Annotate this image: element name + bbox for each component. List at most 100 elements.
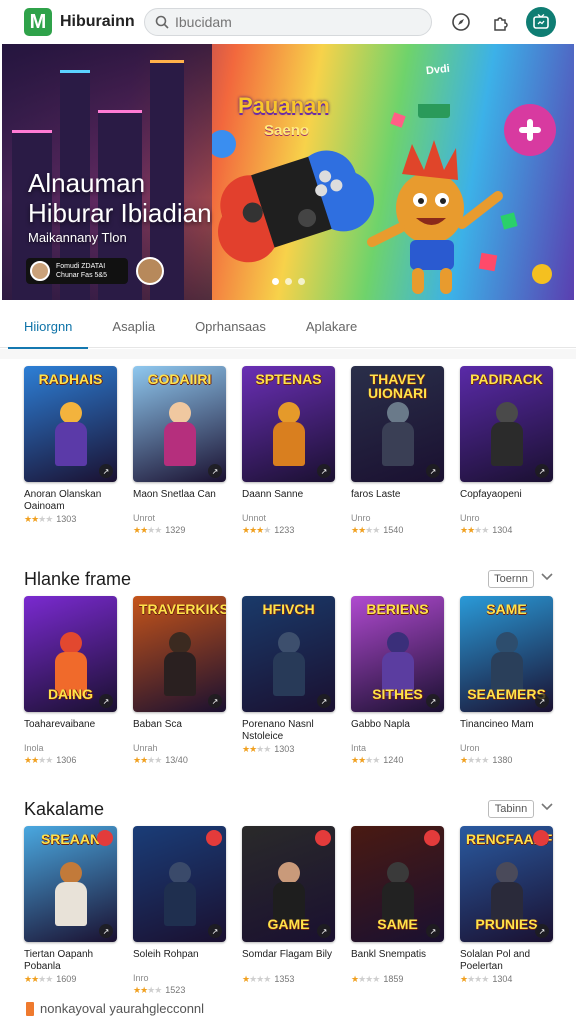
rating-count: 1303 [274,744,295,754]
game-card[interactable]: THAVEY UIONARI ↗ faros Laste Unro ★★★★ 1540 [351,366,444,536]
carousel-dot[interactable] [298,278,305,285]
game-thumbnail[interactable]: SAME ↗ [351,826,444,942]
game-publisher: Unrot [133,513,156,523]
game-title[interactable]: Tiertan Oapanh Pobanla [24,949,117,973]
rating-count: 13/40 [165,755,188,765]
play-badge-icon: ↗ [426,464,440,478]
game-thumbnail[interactable]: GODAIIRI ↗ [133,366,226,482]
game-card[interactable]: RADHAIS ↗ Anoran Olanskan Oainoam ★★★★ 1303 [24,366,117,536]
game-title[interactable]: faros Laste [351,489,444,513]
live-badge-icon [315,830,331,846]
chevron-down-icon[interactable] [540,802,554,812]
game-thumbnail[interactable]: GAME ↗ [242,826,335,942]
rating-count: 1353 [274,974,295,984]
game-title[interactable]: Maon Snetlaa Can [133,489,226,513]
star-rating-icon: ★★★★ [133,525,162,535]
hero-title: Alnauman Hiburar Ibiadian [28,168,212,228]
rating-count: 1303 [56,514,77,524]
game-publisher: Unro [460,513,480,523]
game-publisher: Uron [460,743,480,753]
game-grid: RADHAIS ↗ Anoran Olanskan Oainoam ★★★★ 1303 G… [24,366,553,536]
star-rating-icon: ★★★★ [24,974,53,984]
hero-banner[interactable]: Pauanan Saeno Dvdi Alnauman Hiburar Ibia… [2,44,574,300]
game-card[interactable]: PADIRACK ↗ Copfayaopeni Unro ★★★★ 1304 [460,366,553,536]
game-thumbnail[interactable]: SREAAN ↗ [24,826,117,942]
game-title[interactable]: Somdar Flagam Bily [242,949,335,973]
hero-creator-chip[interactable]: Fomudi ZDATAI Chunar Fas 5&5 [26,258,128,284]
rating-count: 1233 [274,525,295,535]
game-title[interactable]: Porenano Nasnl Nstoleice [242,719,335,743]
game-card[interactable]: DAING ↗ Toaharevaibane Inola ★★★★ 1306 [24,596,117,766]
game-grid: SREAAN ↗ Tiertan Oapanh Pobanla ★★★★ 1609 ↗ So… [24,826,553,996]
hero-game-logo-sub: Saeno [264,122,310,139]
game-thumbnail[interactable]: ↗ [133,826,226,942]
carousel-dot[interactable] [285,278,292,285]
app-title: Hiburainn [60,13,135,30]
tab-3[interactable]: Aplakare [306,304,357,348]
game-card[interactable]: HFIVCH ↗ Porenano Nasnl Nstoleice ★★★★ 1303 [242,596,335,766]
puzzle-icon[interactable] [486,7,516,37]
game-thumbnail[interactable]: SAME SEAEMERS ↗ [460,596,553,712]
game-rating: ★★★★ 13/40 [133,754,226,766]
rating-count: 1859 [383,974,404,984]
game-title[interactable]: Tinancineo Mam [460,719,553,743]
game-title[interactable]: Daann Sanne [242,489,335,513]
game-card[interactable]: TRAVERKIKSE↗Baban ScaUnrah★★★★13/40 [133,596,226,766]
game-card[interactable]: SREAAN ↗ Tiertan Oapanh Pobanla ★★★★ 1609 [24,826,117,996]
game-publisher: Inta [351,743,367,753]
search-bar[interactable] [144,8,432,36]
tab-2[interactable]: Oprhansaas [195,304,266,348]
game-card[interactable]: GAME ↗ Somdar Flagam Bily ★★★★ 1353 [242,826,335,996]
rating-count: 1240 [383,755,404,765]
game-title[interactable]: Anoran Olanskan Oainoam [24,489,117,513]
game-card[interactable]: SPTENAS ↗ Daann Sanne Unnot ★★★★ 1233 [242,366,335,536]
thumbnail-logo-text: SPTENAS [255,371,322,387]
game-title[interactable]: Soleih Rohpan [133,949,226,973]
game-thumbnail[interactable]: TRAVERKIKSE ↗ [133,596,226,712]
play-badge-icon: ↗ [317,924,331,938]
avatar[interactable] [136,257,164,285]
game-thumbnail[interactable]: RENCFAANF PRUNIES ↗ [460,826,553,942]
thumbnail-logo-text: BERIENS [366,601,429,617]
game-thumbnail[interactable]: DAING ↗ [24,596,117,712]
game-title[interactable]: Toaharevaibane [24,719,117,743]
live-badge-icon [533,830,549,846]
game-card[interactable]: RENCFAANF PRUNIES ↗ Solalan Pol and Poelert… [460,826,553,996]
game-card[interactable]: SAME SEAEMERS ↗ Tinancineo Mam Uron ★★★★ 1380 [460,596,553,766]
carousel-dot[interactable] [272,278,279,285]
game-thumbnail[interactable]: THAVEY UIONARI ↗ [351,366,444,482]
play-badge-icon: ↗ [99,694,113,708]
star-rating-icon: ★★★★ [351,755,380,765]
section-more-button[interactable]: Toernn [488,570,534,588]
game-thumbnail[interactable]: PADIRACK ↗ [460,366,553,482]
game-thumbnail[interactable]: RADHAIS ↗ [24,366,117,482]
game-rating: ★★★★ 1306 [24,754,117,766]
chevron-down-icon[interactable] [540,572,554,582]
section-more-button[interactable]: Tabinn [488,800,534,818]
game-rating: ★★★★ 1304 [460,973,553,985]
app-logo[interactable]: M [24,8,52,36]
top-bar: M Hiburainn [0,0,576,44]
game-card[interactable]: SAME ↗ Bankl Snempatis ★★★★ 1859 [351,826,444,996]
search-input[interactable] [175,14,415,30]
game-card[interactable]: ↗ Soleih Rohpan Inro ★★★★ 1523 [133,826,226,996]
compass-icon[interactable] [446,7,476,37]
section-title: Kakalame [24,798,105,819]
tab-1[interactable]: Asaplia [112,304,155,348]
tv-icon[interactable] [526,7,556,37]
game-publisher: Inola [24,743,44,753]
game-thumbnail[interactable]: HFIVCH ↗ [242,596,335,712]
game-title[interactable]: Gabbo Napla [351,719,444,743]
game-title[interactable]: Baban Sca [133,719,226,743]
thumbnail-logo-text: PADIRACK [470,371,543,387]
game-title[interactable]: Copfayaopeni [460,489,553,513]
game-thumbnail[interactable]: BERIENS SITHES ↗ [351,596,444,712]
game-rating: ★★★★ 1353 [242,973,335,985]
hero-game-logo: Pauanan [238,93,330,118]
game-card[interactable]: BERIENS SITHES ↗ Gabbo Napla Inta ★★★★ 1240 [351,596,444,766]
game-title[interactable]: Solalan Pol and Poelertan [460,949,553,973]
game-thumbnail[interactable]: SPTENAS ↗ [242,366,335,482]
tab-0[interactable]: Hiiorgnn [7,304,89,349]
game-title[interactable]: Bankl Snempatis [351,949,444,973]
game-card[interactable]: GODAIIRI ↗ Maon Snetlaa Can Unrot ★★★★ 1329 [133,366,226,536]
